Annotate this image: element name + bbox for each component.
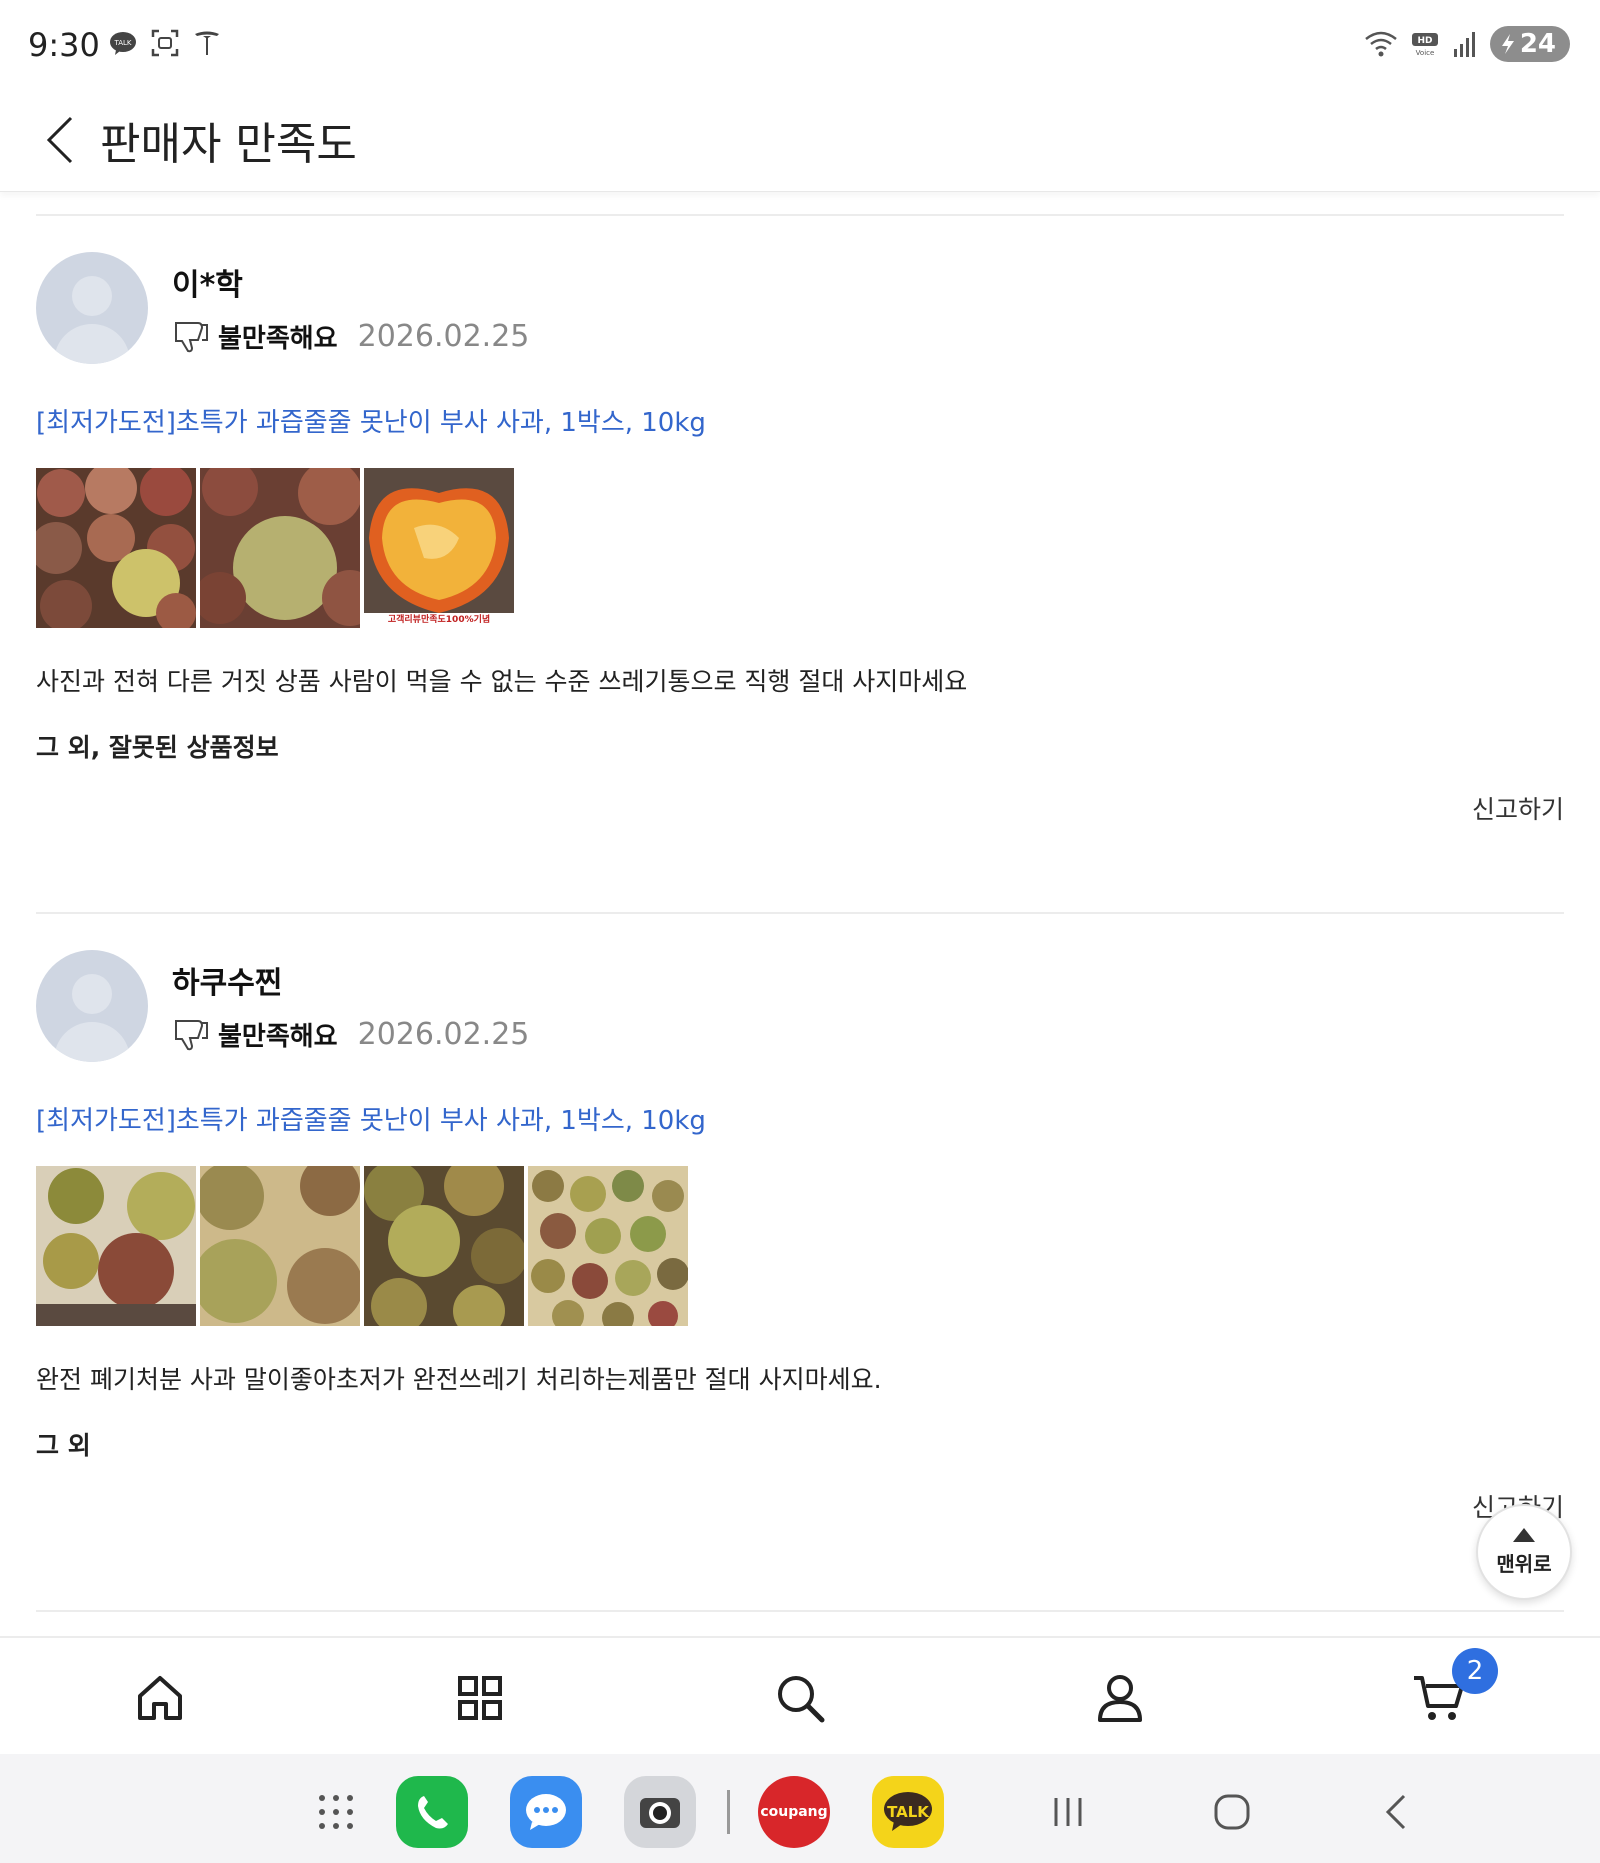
- review-photo[interactable]: [36, 468, 196, 628]
- review-photo[interactable]: [528, 1166, 688, 1326]
- rating-row: 불만족해요 2026.02.25: [172, 318, 529, 355]
- home-button[interactable]: [1204, 1784, 1260, 1840]
- clock: 9:30: [28, 26, 100, 64]
- avatar: [36, 252, 148, 364]
- coupang-app-icon[interactable]: coupang: [758, 1776, 830, 1848]
- nav-cart[interactable]: 2: [1408, 1648, 1498, 1730]
- review-photo[interactable]: [200, 468, 360, 628]
- cart-count-badge: 2: [1452, 1648, 1498, 1694]
- profile-icon: [1098, 1675, 1142, 1722]
- recent-apps-button[interactable]: [1040, 1784, 1096, 1840]
- svg-text:TALK: TALK: [113, 39, 131, 47]
- nav-home[interactable]: [128, 1666, 192, 1730]
- avatar: [36, 950, 148, 1062]
- arrow-up-icon: [1513, 1527, 1535, 1542]
- dock-separator: [727, 1790, 730, 1834]
- page-header: 판매자 만족도: [0, 92, 1600, 192]
- system-back-button[interactable]: [1370, 1784, 1426, 1840]
- product-link[interactable]: [최저가도전]초특가 과즙줄줄 못난이 부사 사과, 1박스, 10kg: [36, 1100, 706, 1137]
- kakaotalk-app-icon[interactable]: TALK: [872, 1776, 944, 1848]
- back-to-top-label: 맨위로: [1496, 1551, 1552, 1576]
- battery-icon: 24: [1489, 26, 1570, 62]
- nav-category[interactable]: [448, 1666, 512, 1730]
- messages-app-icon[interactable]: [510, 1776, 582, 1848]
- wifi-icon: [1365, 31, 1397, 57]
- divider: [36, 1610, 1564, 1612]
- battery-level: 24: [1519, 29, 1556, 59]
- phone-app-icon[interactable]: [396, 1776, 468, 1848]
- page-title: 판매자 만족도: [100, 119, 357, 170]
- reviewer-name: 하쿠수찐: [172, 966, 283, 1001]
- photo-caption: 고객리뷰만족도100%기념: [387, 615, 491, 625]
- search-icon: [778, 1676, 825, 1723]
- review-text: 사진과 전혀 다른 거짓 상품 사람이 먹을 수 없는 수준 쓰레기통으로 직행…: [36, 667, 968, 696]
- charging-bolt-icon: [1501, 34, 1514, 54]
- nav-search[interactable]: [768, 1666, 832, 1730]
- signal-icon: [1453, 32, 1475, 57]
- back-to-top-button[interactable]: 맨위로: [1476, 1504, 1572, 1600]
- hd-voice-icon: HD Voice: [1411, 33, 1438, 57]
- svg-text:Voice: Voice: [1415, 49, 1434, 57]
- tesla-icon: [195, 31, 219, 55]
- review-photo[interactable]: 고객리뷰만족도100%기념: [364, 468, 514, 628]
- screenshot-icon: [151, 29, 179, 57]
- rating-label: 불만족해요: [218, 1022, 338, 1052]
- svg-text:HD: HD: [1417, 36, 1432, 46]
- nav-profile[interactable]: [1088, 1666, 1152, 1730]
- review-photos: 고객리뷰만족도100%기념: [36, 468, 514, 628]
- home-icon: [138, 1676, 182, 1720]
- review-photos: [36, 1166, 688, 1326]
- back-button[interactable]: [30, 110, 90, 170]
- home-circle-icon: [1214, 1794, 1250, 1830]
- review-photo[interactable]: [36, 1166, 196, 1326]
- app-grid-icon: [319, 1795, 353, 1829]
- review-text: 완전 폐기처분 사과 말이좋아초저가 완전쓰레기 처리하는제품만 절대 사지마세…: [36, 1365, 882, 1394]
- app-drawer-button[interactable]: [308, 1784, 364, 1840]
- reviewer-name: 이*학: [172, 268, 243, 303]
- review-photo[interactable]: [364, 1166, 524, 1326]
- recent-apps-icon: [1054, 1798, 1082, 1826]
- rating-label: 불만족해요: [218, 324, 338, 354]
- camera-app-icon[interactable]: [624, 1776, 696, 1848]
- chevron-left-icon: [46, 116, 73, 164]
- back-chevron-icon: [1385, 1794, 1406, 1830]
- thumbs-down-icon: [175, 321, 208, 352]
- divider: [36, 912, 1564, 914]
- issue-text: 그 외, 잘못된 상품정보: [36, 733, 279, 762]
- issue-text: 그 외: [36, 1431, 91, 1460]
- coupang-label: coupang: [760, 1804, 828, 1820]
- system-navigation: coupang TALK: [0, 1754, 1600, 1863]
- status-bar: 9:30 TALK HD Voice 24: [0, 0, 1600, 92]
- category-icon: [458, 1676, 502, 1720]
- bottom-navigation: 2: [0, 1636, 1600, 1754]
- review-date: 2026.02.25: [357, 1017, 530, 1052]
- thumbs-down-icon: [175, 1019, 208, 1050]
- kakaotalk-label: TALK: [887, 1803, 929, 1821]
- report-button[interactable]: 신고하기: [1472, 790, 1564, 826]
- product-link[interactable]: [최저가도전]초특가 과즙줄줄 못난이 부사 사과, 1박스, 10kg: [36, 402, 706, 439]
- divider: [36, 214, 1564, 216]
- talk-notification-icon: TALK: [110, 32, 136, 55]
- rating-row: 불만족해요 2026.02.25: [172, 1016, 529, 1053]
- review-photo[interactable]: [200, 1166, 360, 1326]
- review-date: 2026.02.25: [357, 319, 530, 354]
